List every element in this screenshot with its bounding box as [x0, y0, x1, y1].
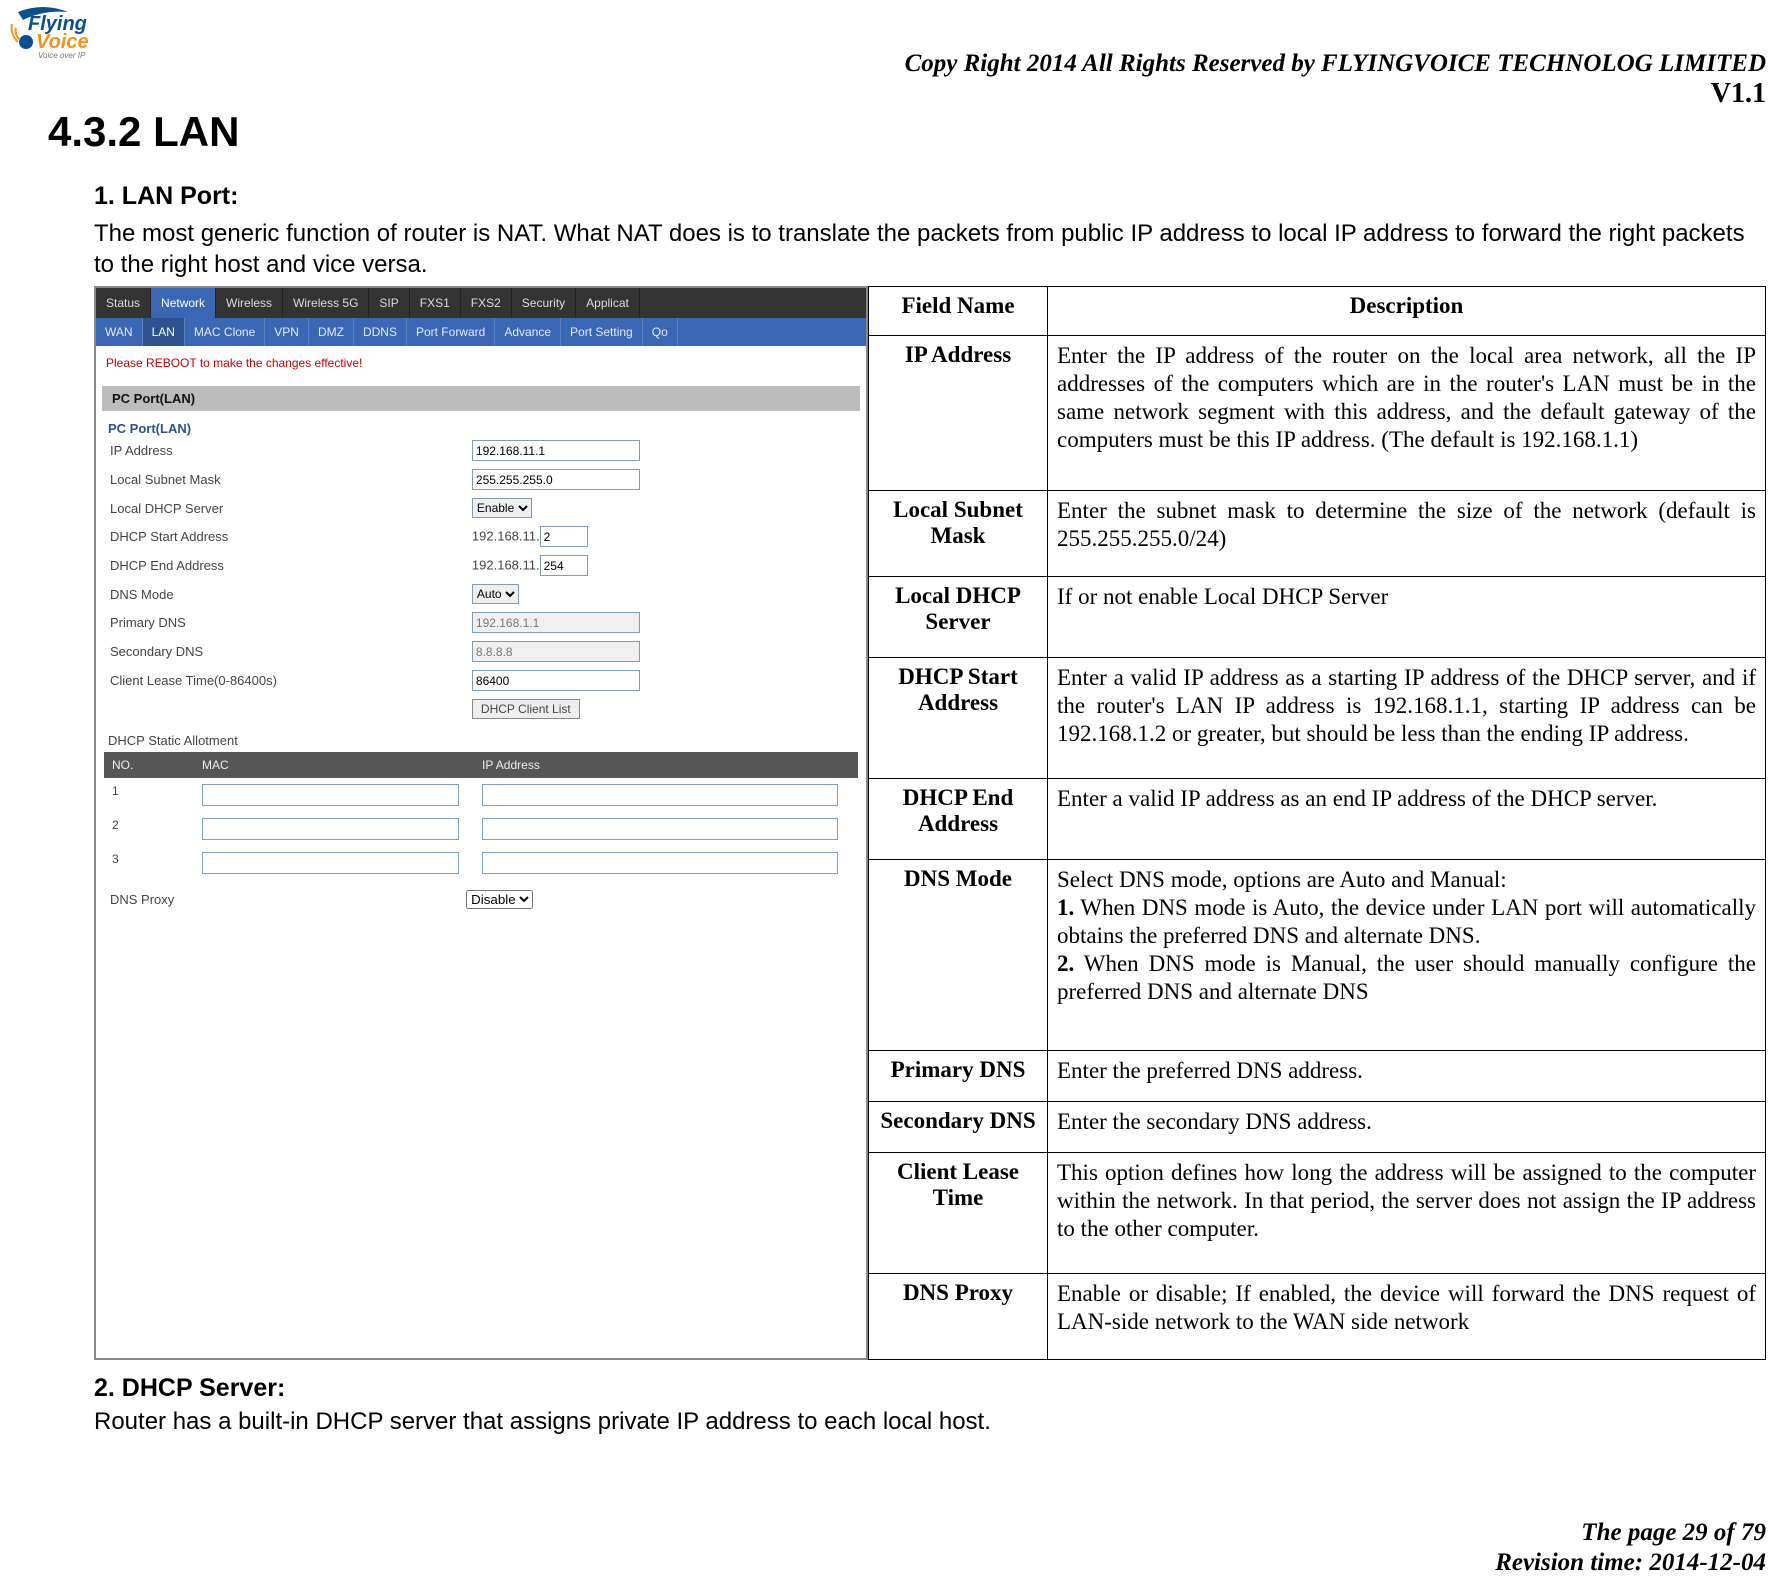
label-primary-dns: Primary DNS	[104, 608, 466, 637]
paragraph-dhcp-server: Router has a built-in DHCP server that a…	[94, 1408, 1752, 1436]
tab-status[interactable]: Status	[96, 288, 151, 318]
label-dns-proxy: DNS Proxy	[110, 892, 466, 907]
subtab-ddns[interactable]: DDNS	[354, 318, 407, 346]
table-row: DNS Mode Select DNS mode, options are Au…	[869, 860, 1766, 1051]
label-dhcp-end: DHCP End Address	[104, 551, 466, 580]
subtab-port-forward[interactable]: Port Forward	[407, 318, 495, 346]
allot-row: 3	[104, 846, 858, 880]
th-description: Description	[1048, 287, 1766, 336]
subtab-dmz[interactable]: DMZ	[309, 318, 354, 346]
subtab-port-setting[interactable]: Port Setting	[561, 318, 643, 346]
th-field-name: Field Name	[869, 287, 1048, 336]
tab-network[interactable]: Network	[151, 288, 216, 318]
svg-text:Voice: Voice	[36, 31, 89, 53]
row-no: 3	[104, 846, 194, 880]
table-row: Secondary DNSEnter the secondary DNS add…	[869, 1101, 1766, 1152]
input-dhcp-end[interactable]	[540, 555, 588, 576]
input-mac-2[interactable]	[202, 818, 459, 840]
subtab-mac-clone[interactable]: MAC Clone	[185, 318, 265, 346]
tab-applicat[interactable]: Applicat	[576, 288, 640, 318]
label-secondary-dns: Secondary DNS	[104, 637, 466, 666]
subtab-wan[interactable]: WAN	[96, 318, 143, 346]
allot-row: 1	[104, 778, 858, 812]
paragraph-lan-port: The most generic function of router is N…	[94, 218, 1766, 280]
label-dhcp-start: DHCP Start Address	[104, 522, 466, 551]
subtab-advance[interactable]: Advance	[495, 318, 561, 346]
input-ip-3[interactable]	[482, 852, 838, 874]
subheading-dhcp-server: 2. DHCP Server:	[94, 1374, 285, 1403]
label-dns-mode: DNS Mode	[104, 580, 466, 608]
tab-security[interactable]: Security	[512, 288, 576, 318]
tab-wireless[interactable]: Wireless	[216, 288, 283, 318]
input-mac-3[interactable]	[202, 852, 459, 874]
subtab-lan[interactable]: LAN	[143, 318, 185, 346]
row-no: 1	[104, 778, 194, 812]
table-row: DHCP End AddressEnter a valid IP address…	[869, 779, 1766, 860]
router-screenshot: Status Network Wireless Wireless 5G SIP …	[94, 286, 868, 1360]
subtab-vpn[interactable]: VPN	[265, 318, 309, 346]
version-text: V1.1	[905, 78, 1766, 110]
table-row: DHCP Start AddressEnter a valid IP addre…	[869, 658, 1766, 779]
tab-sip[interactable]: SIP	[369, 288, 409, 318]
copyright-text: Copy Right 2014 All Rights Reserved by F…	[905, 50, 1766, 78]
table-row: IP AddressEnter the IP address of the ro…	[869, 335, 1766, 491]
subheading-lan-port: 1. LAN Port:	[94, 182, 238, 211]
input-primary-dns[interactable]	[472, 612, 640, 633]
label-ip-address: IP Address	[104, 436, 466, 465]
sub-tabs: WAN LAN MAC Clone VPN DMZ DDNS Port Forw…	[96, 318, 866, 346]
label-lease: Client Lease Time(0-86400s)	[104, 666, 466, 695]
col-mac: MAC	[194, 752, 474, 778]
prefix-dhcp-end: 192.168.11.	[472, 558, 540, 573]
pane-legend: PC Port(LAN)	[96, 417, 866, 436]
select-dns-proxy[interactable]: Disable	[466, 890, 533, 909]
table-row: DNS ProxyEnable or disable; If enabled, …	[869, 1273, 1766, 1359]
svg-text:Voice over IP: Voice over IP	[38, 51, 86, 60]
button-dhcp-client-list[interactable]: DHCP Client List	[472, 699, 580, 719]
table-row: Local DHCP ServerIf or not enable Local …	[869, 577, 1766, 658]
input-ip-2[interactable]	[482, 818, 838, 840]
allot-row: 2	[104, 812, 858, 846]
input-ip-address[interactable]	[472, 440, 640, 461]
input-mac-1[interactable]	[202, 784, 459, 806]
revision-time: Revision time: 2014-12-04	[1495, 1548, 1766, 1578]
logo: Flying Voice Voice over IP	[8, 0, 128, 65]
label-dhcp-server: Local DHCP Server	[104, 494, 466, 522]
input-dhcp-start[interactable]	[540, 526, 588, 547]
label-subnet: Local Subnet Mask	[104, 465, 466, 494]
table-row: Client Lease TimeThis option defines how…	[869, 1153, 1766, 1274]
pane-title: PC Port(LAN)	[102, 386, 860, 411]
tab-wireless-5g[interactable]: Wireless 5G	[283, 288, 369, 318]
select-dns-mode[interactable]: Auto	[472, 584, 519, 604]
allot-title: DHCP Static Allotment	[96, 723, 866, 752]
section-title: 4.3.2 LAN	[48, 108, 239, 156]
description-table: Field Name Description IP AddressEnter t…	[868, 286, 1766, 1360]
tab-fxs1[interactable]: FXS1	[410, 288, 461, 318]
table-row: Primary DNSEnter the preferred DNS addre…	[869, 1050, 1766, 1101]
input-lease[interactable]	[472, 670, 640, 691]
col-no: NO.	[104, 752, 194, 778]
top-tabs: Status Network Wireless Wireless 5G SIP …	[96, 288, 866, 318]
input-ip-1[interactable]	[482, 784, 838, 806]
input-subnet[interactable]	[472, 469, 640, 490]
table-row: Local Subnet MaskEnter the subnet mask t…	[869, 491, 1766, 577]
col-ip: IP Address	[474, 752, 858, 778]
select-dhcp-server[interactable]: Enable	[472, 498, 532, 518]
reboot-msg: Please REBOOT to make the changes effect…	[96, 346, 866, 380]
tab-fxs2[interactable]: FXS2	[461, 288, 512, 318]
row-no: 2	[104, 812, 194, 846]
page-number: The page 29 of 79	[1495, 1518, 1766, 1548]
subtab-qos[interactable]: Qo	[643, 318, 678, 346]
input-secondary-dns[interactable]	[472, 641, 640, 662]
prefix-dhcp-start: 192.168.11.	[472, 529, 540, 544]
